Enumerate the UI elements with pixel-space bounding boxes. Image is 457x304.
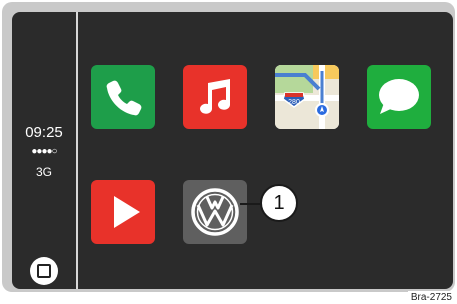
- phone-icon: [106, 80, 142, 116]
- play-icon: [114, 196, 140, 228]
- map-icon: 280: [275, 65, 339, 129]
- vw-logo-icon: [191, 188, 239, 236]
- callout-leader-line: [240, 203, 262, 205]
- speech-bubble-icon: [379, 79, 419, 114]
- app-music[interactable]: [183, 65, 247, 129]
- app-maps[interactable]: 280: [275, 65, 339, 129]
- app-messages[interactable]: [367, 65, 431, 129]
- home-square-icon: [37, 264, 51, 278]
- music-note-icon: [200, 79, 230, 114]
- network-type: 3G: [35, 165, 52, 179]
- status-sidebar: 09:25 ●●●●○ 3G: [12, 12, 78, 289]
- clock: 09:25: [25, 124, 63, 141]
- app-phone[interactable]: [91, 65, 155, 129]
- map-badge: 280: [288, 99, 300, 106]
- signal-strength: ●●●●○: [31, 146, 57, 157]
- app-vw[interactable]: [183, 180, 247, 244]
- callout-marker: 1: [260, 184, 298, 222]
- carplay-screen: 09:25 ●●●●○ 3G 280: [12, 12, 453, 289]
- figure-code: Bra-2725: [407, 291, 455, 304]
- device-frame: 09:25 ●●●●○ 3G 280: [2, 2, 455, 292]
- app-play[interactable]: [91, 180, 155, 244]
- home-button[interactable]: [30, 257, 58, 285]
